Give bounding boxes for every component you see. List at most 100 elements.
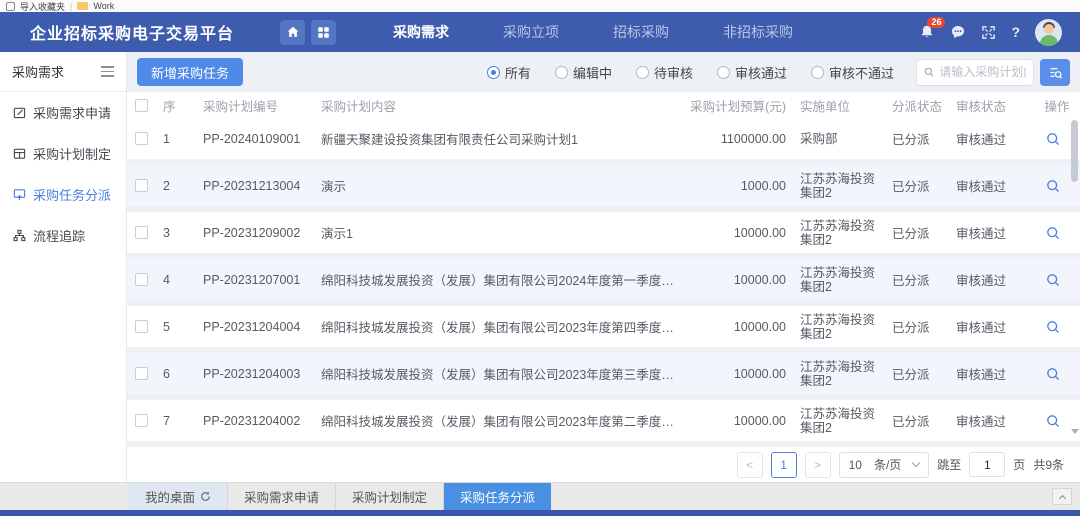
tab-label: 采购需求申请 [244,487,319,506]
row-assign-status: 已分派 [892,270,956,289]
tab-label: 我的桌面 [145,487,195,506]
magnifier-icon [1046,132,1060,146]
col-header-budget: 采购计划预算(元) [685,96,800,115]
scrollbar-down-arrow[interactable] [1071,429,1079,434]
row-checkbox[interactable] [135,367,148,380]
filter-editing[interactable]: 编辑中 [555,63,612,82]
col-header-code: 采购计划编号 [203,96,321,115]
fullscreen-icon[interactable] [981,25,996,40]
col-header-content: 采购计划内容 [321,96,685,115]
help-icon[interactable]: ? [1011,24,1020,40]
tab-plan-make[interactable]: 采购计划制定 [336,483,444,510]
row-review-status: 审核通过 [956,129,1034,148]
row-assign-status: 已分派 [892,317,956,336]
row-seq: 4 [163,273,203,287]
select-all-checkbox[interactable] [135,99,148,112]
sidebar-item-demand-apply[interactable]: 采购需求申请 [0,92,126,133]
filter-label: 审核通过 [735,63,787,82]
row-assign-status: 已分派 [892,364,956,383]
prev-page-button[interactable]: < [737,452,763,478]
pagination: < 1 > 10 条/页 跳至 页 共9条 [127,447,1080,482]
add-task-button[interactable]: 新增采购任务 [137,58,243,86]
page-size-select[interactable]: 10 条/页 [839,452,930,478]
current-page-button[interactable]: 1 [771,452,797,478]
app-header: 企业招标采购电子交易平台 采购需求 采购立项 招标采购 非招标采购 26 [0,12,1080,52]
sidebar: 采购需求 采购需求申请 采购计划制定 采购任务分派 流程追踪 [0,52,127,482]
radio-icon [636,66,649,79]
row-review-status: 审核通过 [956,176,1034,195]
table-row[interactable]: 6 PP-20231204003 绵阳科技城发展投资（发展）集团有限公司2023… [127,353,1080,394]
radio-icon [555,66,568,79]
main-panel: 新增采购任务 所有 编辑中 待审核 审核通过 [127,52,1080,482]
row-checkbox[interactable] [135,273,148,286]
avatar[interactable] [1035,19,1062,46]
chat-icon[interactable] [950,24,966,40]
row-checkbox[interactable] [135,132,148,145]
row-seq: 3 [163,226,203,240]
search-input[interactable] [939,65,1026,79]
tab-label: 采购计划制定 [352,487,427,506]
collapse-bar-button[interactable] [1052,488,1072,505]
bell-icon[interactable]: 26 [919,24,935,40]
row-checkbox[interactable] [135,320,148,333]
filter-rejected[interactable]: 审核不通过 [811,63,894,82]
table-row[interactable]: 3 PP-20231209002 演示1 10000.00 江苏苏海投资集团2 … [127,212,1080,253]
nav-item-non-bidding-procurement[interactable]: 非招标采购 [696,12,820,52]
jump-label: 跳至 [937,456,961,473]
sidebar-item-label: 采购需求申请 [33,103,111,122]
row-seq: 2 [163,179,203,193]
tab-label: 采购任务分派 [460,487,535,506]
radio-icon [487,66,500,79]
toolbar: 新增采购任务 所有 编辑中 待审核 审核通过 [127,52,1080,92]
avatar-face [1044,24,1054,34]
sidebar-item-task-assign[interactable]: 采购任务分派 [0,174,126,215]
import-favorites-icon [6,2,15,11]
row-unit: 采购部 [800,132,892,146]
row-budget: 10000.00 [685,273,800,287]
sidebar-collapse-icon[interactable] [101,66,114,76]
sidebar-title: 采购需求 [12,62,64,81]
table-row[interactable]: 4 PP-20231207001 绵阳科技城发展投资（发展）集团有限公司2024… [127,259,1080,300]
sidebar-header: 采购需求 [0,52,126,92]
table-row[interactable]: 5 PP-20231204004 绵阳科技城发展投资（发展）集团有限公司2023… [127,306,1080,347]
table-scrollbar[interactable] [1071,118,1079,434]
folder-icon [77,2,88,10]
next-page-button[interactable]: > [805,452,831,478]
filter-label: 待审核 [654,63,693,82]
tab-my-desktop[interactable]: 我的桌面 [129,483,228,510]
row-assign-status: 已分派 [892,411,956,430]
table-row[interactable]: 2 PP-20231213004 演示 1000.00 江苏苏海投资集团2 已分… [127,165,1080,206]
row-checkbox[interactable] [135,414,148,427]
row-plan-code: PP-20231207001 [203,273,321,287]
nav-item-procurement-demand[interactable]: 采购需求 [366,12,476,52]
home-icon[interactable] [280,20,305,45]
top-nav: 采购需求 采购立项 招标采购 非招标采购 [366,12,820,52]
advanced-search-button[interactable] [1040,59,1070,86]
row-checkbox[interactable] [135,226,148,239]
search-field[interactable] [916,59,1034,86]
col-header-assign: 分派状态 [892,96,956,115]
radio-icon [811,66,824,79]
filter-pending-review[interactable]: 待审核 [636,63,693,82]
apps-grid-icon[interactable] [311,20,336,45]
scrollbar-thumb[interactable] [1071,120,1078,182]
avatar-shirt [1040,35,1058,46]
bottom-edge-strip [0,510,1080,516]
bookmarks-folder-label[interactable]: Work [93,1,114,11]
row-checkbox[interactable] [135,179,148,192]
row-plan-code: PP-20231213004 [203,179,321,193]
jump-page-input[interactable] [969,452,1005,477]
sidebar-item-process-track[interactable]: 流程追踪 [0,215,126,256]
tab-task-assign[interactable]: 采购任务分派 [444,483,551,510]
filter-all[interactable]: 所有 [487,63,531,82]
magnifier-icon [1046,414,1060,428]
filter-approved[interactable]: 审核通过 [717,63,787,82]
nav-item-procurement-initiation[interactable]: 采购立项 [476,12,586,52]
row-seq: 5 [163,320,203,334]
import-favorites-label[interactable]: 导入收藏夹 [20,0,65,12]
sidebar-item-plan-make[interactable]: 采购计划制定 [0,133,126,174]
table-row[interactable]: 7 PP-20231204002 绵阳科技城发展投资（发展）集团有限公司2023… [127,400,1080,441]
table-row[interactable]: 1 PP-20240109001 新疆天聚建设投资集团有限责任公司采购计划1 1… [127,118,1080,159]
tab-demand-apply[interactable]: 采购需求申请 [228,483,336,510]
nav-item-bidding-procurement[interactable]: 招标采购 [586,12,696,52]
